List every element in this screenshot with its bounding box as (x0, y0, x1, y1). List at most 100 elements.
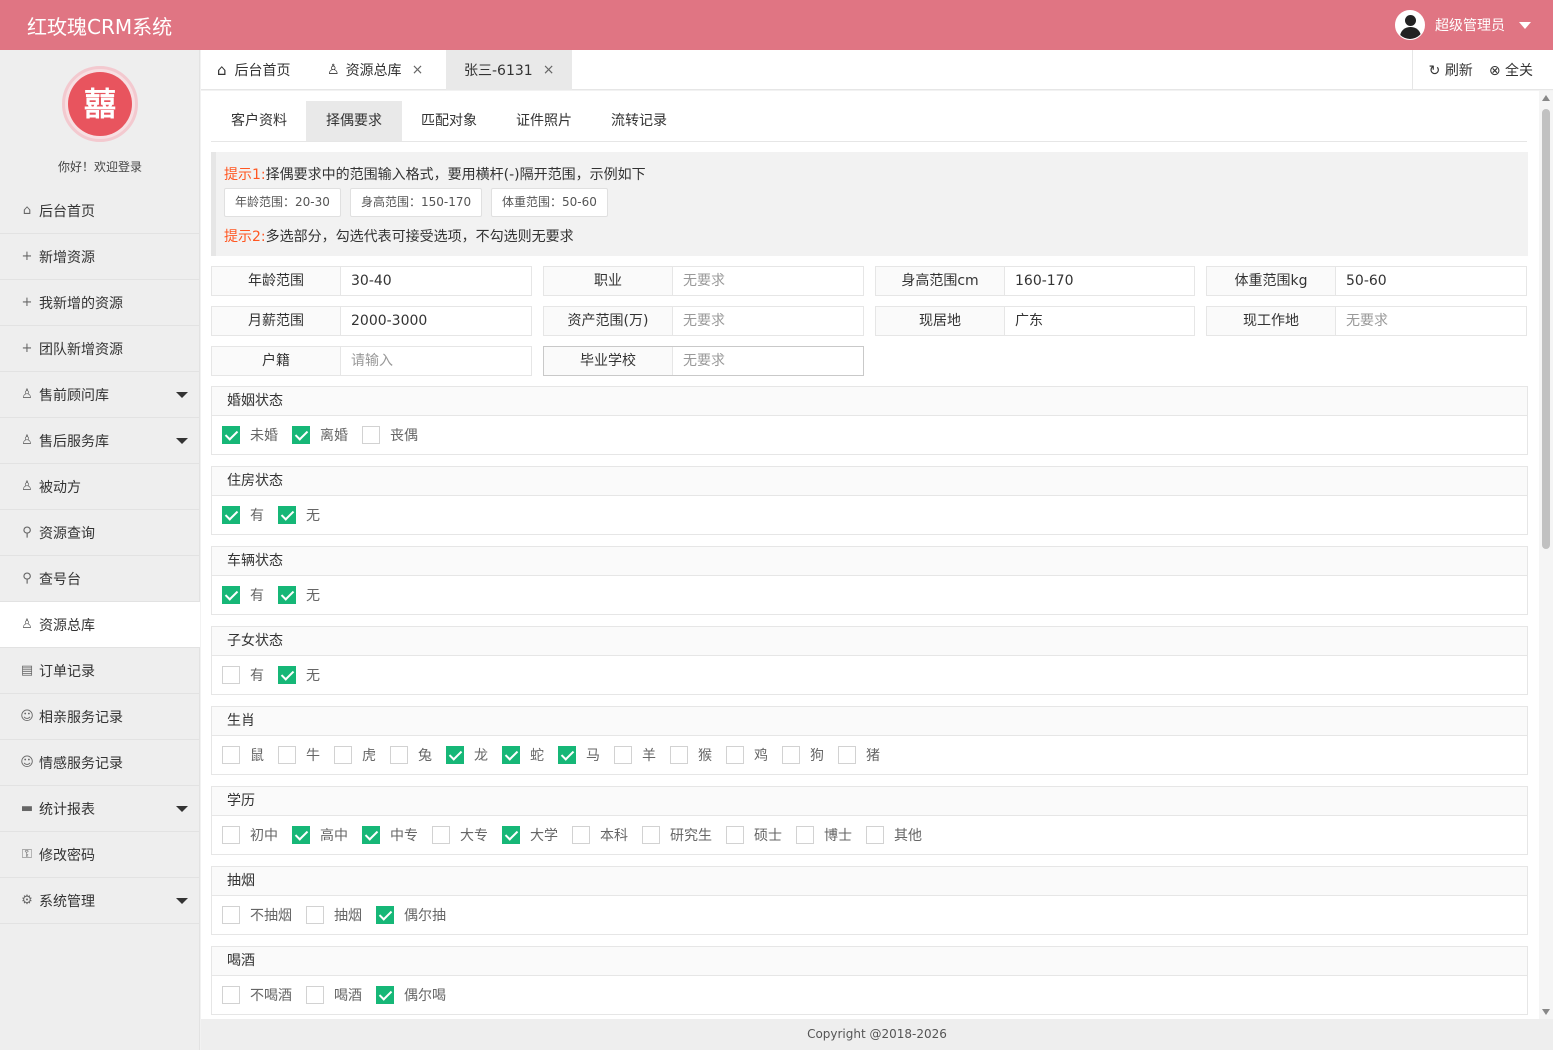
checkbox-unchecked-icon[interactable] (838, 746, 856, 764)
checkbox-option[interactable]: 兔 (390, 745, 432, 765)
tab-resource-pool[interactable]: ♙ 资源总库 × (327, 50, 423, 90)
checkbox-unchecked-icon[interactable] (866, 826, 884, 844)
checkbox-option[interactable]: 偶尔喝 (376, 985, 446, 1005)
checkbox-checked-icon[interactable] (292, 826, 310, 844)
sidebar-item-home[interactable]: ⌂ 后台首页 (0, 188, 200, 234)
tab-partner-requirements[interactable]: 择偶要求 (306, 101, 402, 141)
checkbox-unchecked-icon[interactable] (432, 826, 450, 844)
hukou-input[interactable] (341, 347, 531, 375)
checkbox-option[interactable]: 丧偶 (362, 425, 418, 445)
checkbox-unchecked-icon[interactable] (222, 906, 240, 924)
checkbox-option[interactable]: 不喝酒 (222, 985, 292, 1005)
user-avatar-icon[interactable] (1395, 10, 1425, 40)
sidebar-item-number-lookup[interactable]: ⚲ 查号台 (0, 556, 200, 602)
checkbox-checked-icon[interactable] (278, 586, 296, 604)
checkbox-checked-icon[interactable] (278, 506, 296, 524)
checkbox-option[interactable]: 未婚 (222, 425, 278, 445)
checkbox-checked-icon[interactable] (222, 506, 240, 524)
salary-range-input[interactable] (341, 307, 531, 335)
scroll-down-icon[interactable] (1542, 1009, 1550, 1015)
checkbox-option[interactable]: 研究生 (642, 825, 712, 845)
sidebar-item-dating-records[interactable]: ☺ 相亲服务记录 (0, 694, 200, 740)
checkbox-option[interactable]: 抽烟 (306, 905, 362, 925)
sidebar-item-presale[interactable]: ♙ 售前顾问库 (0, 372, 200, 418)
checkbox-option[interactable]: 狗 (782, 745, 824, 765)
close-icon[interactable]: × (412, 62, 424, 78)
checkbox-checked-icon[interactable] (376, 906, 394, 924)
checkbox-unchecked-icon[interactable] (614, 746, 632, 764)
sidebar-item-passive[interactable]: ♙ 被动方 (0, 464, 200, 510)
checkbox-checked-icon[interactable] (278, 666, 296, 684)
checkbox-option[interactable]: 离婚 (292, 425, 348, 445)
residence-input[interactable] (1005, 307, 1194, 335)
checkbox-option[interactable]: 蛇 (502, 745, 544, 765)
checkbox-option[interactable]: 虎 (334, 745, 376, 765)
scrollbar-thumb[interactable] (1542, 109, 1550, 549)
checkbox-checked-icon[interactable] (446, 746, 464, 764)
school-input[interactable] (673, 347, 863, 375)
sidebar-item-orders[interactable]: ▤ 订单记录 (0, 648, 200, 694)
sidebar-item-resource-pool[interactable]: ♙ 资源总库 (0, 602, 200, 648)
checkbox-option[interactable]: 有 (222, 665, 264, 685)
checkbox-checked-icon[interactable] (292, 426, 310, 444)
close-all-button[interactable]: ⊗ 全关 (1489, 60, 1533, 80)
checkbox-checked-icon[interactable] (222, 586, 240, 604)
checkbox-unchecked-icon[interactable] (642, 826, 660, 844)
checkbox-option[interactable]: 喝酒 (306, 985, 362, 1005)
scroll-up-icon[interactable] (1542, 95, 1550, 101)
checkbox-checked-icon[interactable] (502, 746, 520, 764)
sidebar-item-reports[interactable]: ▬ 统计报表 (0, 786, 200, 832)
checkbox-option[interactable]: 马 (558, 745, 600, 765)
chevron-down-icon[interactable] (1519, 21, 1531, 29)
checkbox-unchecked-icon[interactable] (782, 746, 800, 764)
sidebar-item-resource-query[interactable]: ⚲ 资源查询 (0, 510, 200, 556)
checkbox-unchecked-icon[interactable] (306, 906, 324, 924)
vertical-scrollbar[interactable] (1539, 91, 1553, 1019)
checkbox-option[interactable]: 偶尔抽 (376, 905, 446, 925)
sidebar-item-system[interactable]: ⚙ 系统管理 (0, 878, 200, 924)
checkbox-option[interactable]: 鸡 (726, 745, 768, 765)
sidebar-item-aftersale[interactable]: ♙ 售后服务库 (0, 418, 200, 464)
sidebar-item-my-resources[interactable]: + 我新增的资源 (0, 280, 200, 326)
checkbox-unchecked-icon[interactable] (222, 826, 240, 844)
checkbox-unchecked-icon[interactable] (572, 826, 590, 844)
checkbox-unchecked-icon[interactable] (390, 746, 408, 764)
user-menu[interactable]: 超级管理员 (1395, 10, 1531, 40)
sidebar-item-emotion-records[interactable]: ☺ 情感服务记录 (0, 740, 200, 786)
checkbox-option[interactable]: 初中 (222, 825, 278, 845)
checkbox-unchecked-icon[interactable] (726, 746, 744, 764)
tab-transfer-records[interactable]: 流转记录 (591, 101, 687, 141)
tab-customer-detail[interactable]: 张三-6131 × (446, 50, 573, 90)
weight-range-input[interactable] (1336, 267, 1526, 295)
checkbox-unchecked-icon[interactable] (796, 826, 814, 844)
tab-id-photos[interactable]: 证件照片 (496, 101, 592, 141)
checkbox-checked-icon[interactable] (502, 826, 520, 844)
checkbox-option[interactable]: 不抽烟 (222, 905, 292, 925)
checkbox-option[interactable]: 无 (278, 585, 320, 605)
workplace-input[interactable] (1336, 307, 1526, 335)
sidebar-item-team-resources[interactable]: + 团队新增资源 (0, 326, 200, 372)
refresh-button[interactable]: ↻ 刷新 (1429, 60, 1473, 80)
checkbox-option[interactable]: 高中 (292, 825, 348, 845)
sidebar-item-add-resource[interactable]: + 新增资源 (0, 234, 200, 280)
checkbox-option[interactable]: 硕士 (726, 825, 782, 845)
checkbox-option[interactable]: 龙 (446, 745, 488, 765)
checkbox-checked-icon[interactable] (376, 986, 394, 1004)
checkbox-option[interactable]: 无 (278, 505, 320, 525)
asset-range-input[interactable] (673, 307, 863, 335)
checkbox-option[interactable]: 有 (222, 505, 264, 525)
checkbox-checked-icon[interactable] (362, 826, 380, 844)
checkbox-unchecked-icon[interactable] (670, 746, 688, 764)
checkbox-option[interactable]: 羊 (614, 745, 656, 765)
checkbox-unchecked-icon[interactable] (334, 746, 352, 764)
checkbox-option[interactable]: 无 (278, 665, 320, 685)
occupation-input[interactable] (673, 267, 863, 295)
checkbox-option[interactable]: 猪 (838, 745, 880, 765)
user-name[interactable]: 超级管理员 (1435, 15, 1505, 35)
checkbox-option[interactable]: 大学 (502, 825, 558, 845)
close-icon[interactable]: × (543, 62, 555, 78)
checkbox-option[interactable]: 牛 (278, 745, 320, 765)
checkbox-option[interactable]: 博士 (796, 825, 852, 845)
checkbox-option[interactable]: 大专 (432, 825, 488, 845)
checkbox-unchecked-icon[interactable] (222, 666, 240, 684)
